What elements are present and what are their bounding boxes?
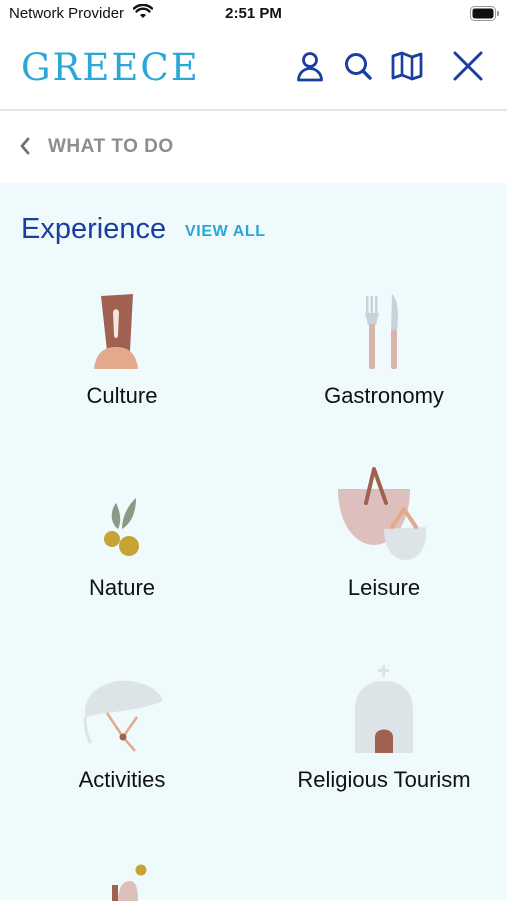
nature-icon [104,498,139,556]
category-nature[interactable]: Nature [2,493,242,601]
category-culture[interactable]: Culture [2,291,242,409]
category-label: Leisure [347,575,421,600]
breadcrumb[interactable]: WHAT TO DO [0,111,507,183]
map-icon[interactable] [389,48,425,84]
category-label: Culture [86,383,158,408]
battery-icon [470,6,500,26]
search-icon[interactable] [340,48,376,84]
category-partial[interactable] [2,861,242,901]
user-icon[interactable] [292,48,328,84]
close-icon[interactable] [450,48,486,84]
activities-icon [83,680,163,752]
status-bar: Network Provider 2:51 PM [0,0,507,28]
category-label: Religious Tourism [297,767,471,792]
chevron-left-icon[interactable] [18,136,32,161]
gastronomy-icon [365,294,398,369]
category-label: Activities [78,767,166,792]
greece-logo[interactable]: GREECE [21,46,200,90]
category-label: Gastronomy [324,383,444,408]
view-all-link[interactable]: VIEW ALL [185,223,266,241]
partial-category-icon [112,864,147,901]
app-header: GREECE [0,28,507,111]
experience-section: Experience VIEW ALL Culture Gastronomy N… [0,183,507,901]
back-link-label[interactable]: WHAT TO DO [48,136,174,158]
culture-icon [94,294,138,369]
category-gastronomy[interactable]: Gastronomy [264,291,504,409]
clock: 2:51 PM [225,5,282,22]
category-label: Nature [88,575,156,600]
leisure-icon [338,467,427,560]
category-leisure[interactable]: Leisure [264,467,504,601]
section-title: Experience [21,213,167,245]
category-activities[interactable]: Activities [2,677,242,793]
religious-tourism-icon [355,665,413,753]
category-religious-tourism[interactable]: Religious Tourism [264,663,504,793]
